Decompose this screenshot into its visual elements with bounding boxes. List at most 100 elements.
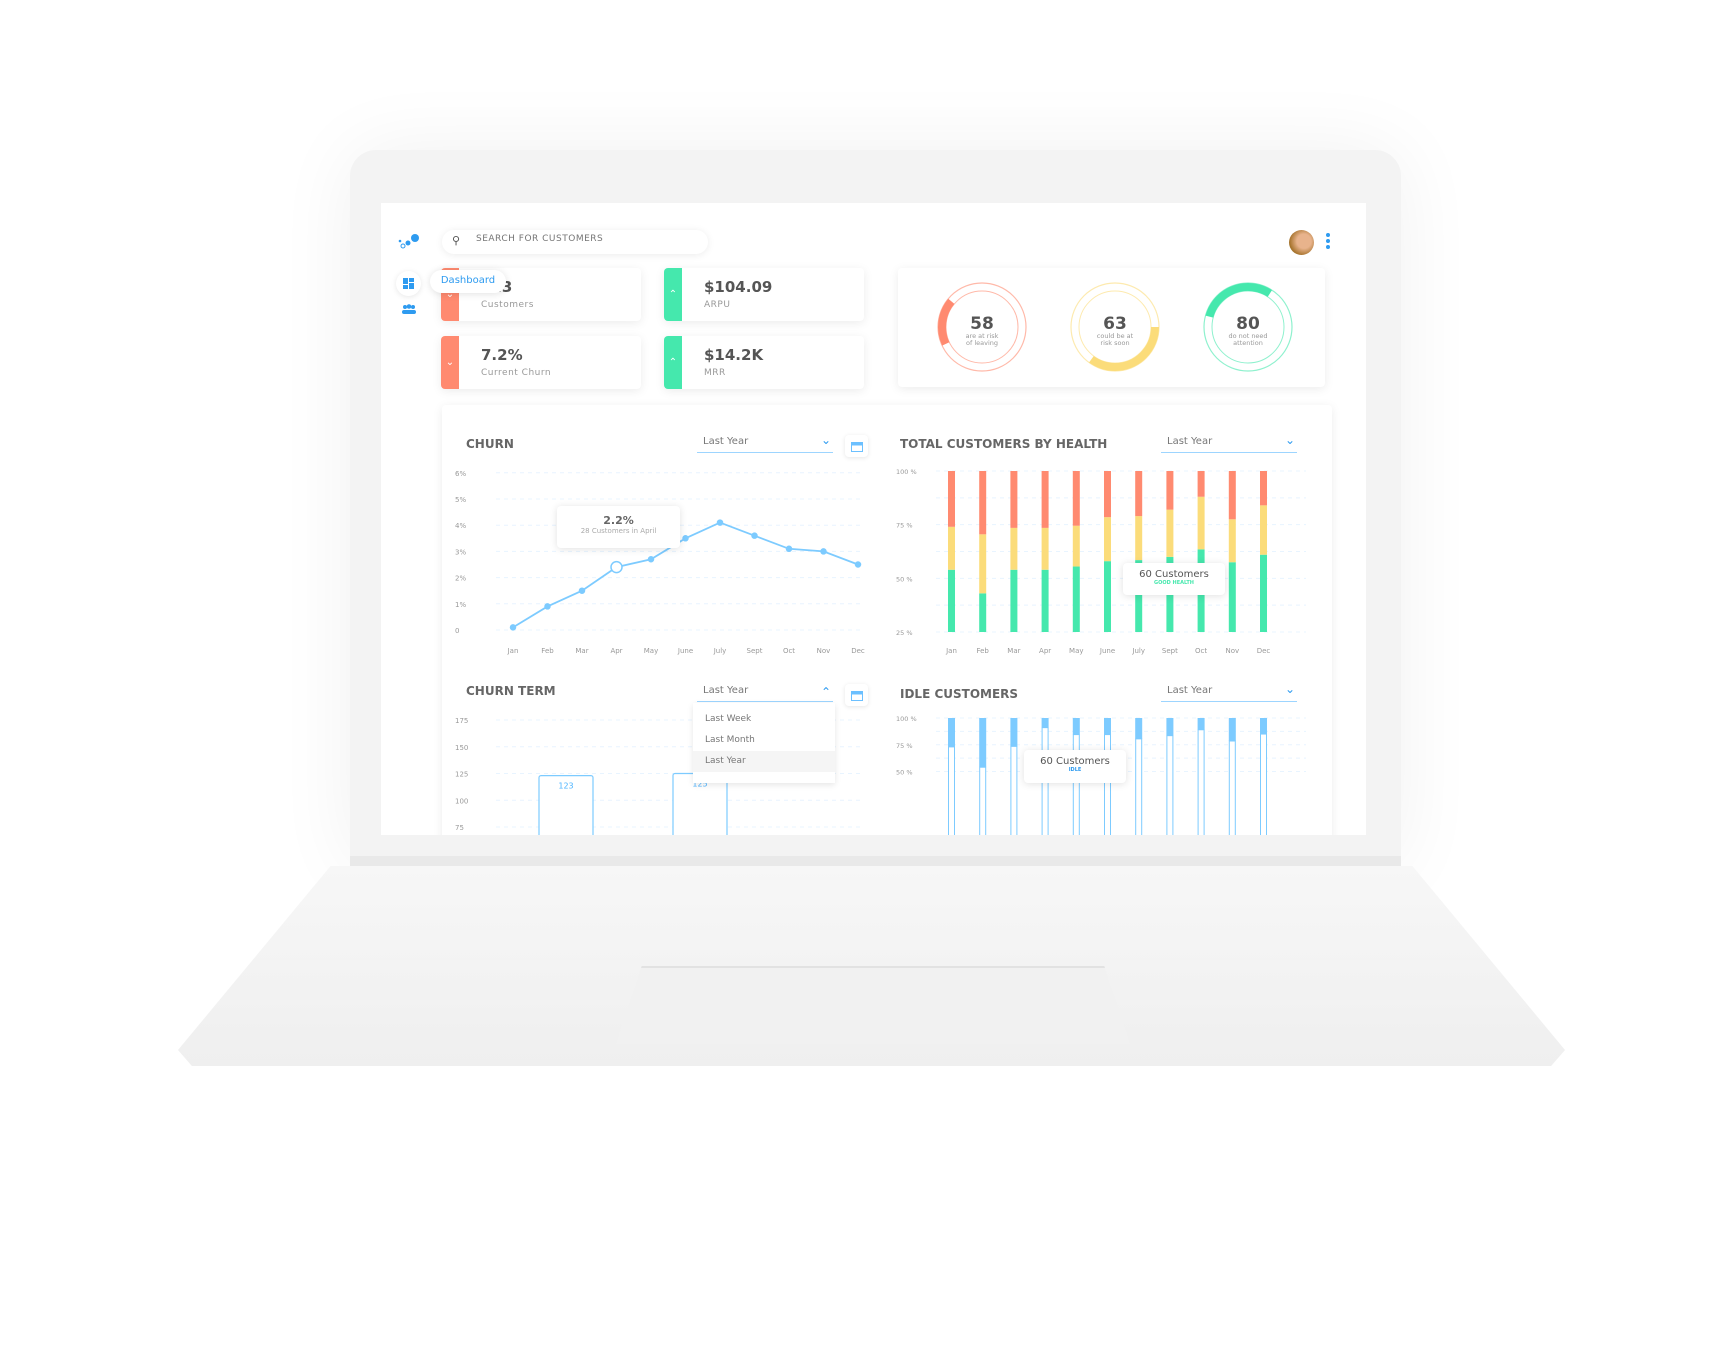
donut-value: 80 [1236, 314, 1260, 334]
health-period-dropdown[interactable]: Last Year ⌄ [1161, 433, 1297, 453]
data-point [578, 587, 586, 594]
bar-segment [1072, 471, 1080, 526]
kpi-label: MRR [704, 368, 726, 378]
idle-period-dropdown[interactable]: Last Year ⌄ [1161, 682, 1297, 702]
dropdown-option[interactable]: Last Month [693, 730, 835, 751]
x-tick-label: May [1069, 647, 1083, 655]
calendar-icon [850, 441, 863, 452]
sidebar-item-dashboard[interactable] [396, 271, 421, 296]
x-tick-label: Sept [747, 647, 763, 655]
churn-term-period-dropdown[interactable]: Last Year ⌃ [697, 682, 833, 702]
x-tick-label: Oct [1195, 647, 1207, 655]
y-tick-label: 4% [455, 522, 466, 530]
y-tick-label: 1% [455, 601, 466, 609]
kpi-card-mrr[interactable]: ⌃ $14.2K MRR [664, 336, 864, 389]
churn-line-chart: 0 1% 2% 3% 4% 5% 6% Jan Feb Mar Apr May June July Sept… [455, 470, 865, 655]
sidebar-tooltip: Dashboard [430, 270, 506, 293]
chevron-down-icon: ⌄ [1284, 433, 1295, 447]
idle-bar-fill [1197, 718, 1205, 730]
y-tick-label: 125 [455, 771, 468, 779]
churn-tooltip: 2.2% 28 Customers in April [557, 506, 680, 548]
x-tick-label: Oct [783, 647, 795, 655]
kpi-label: Current Churn [481, 368, 552, 378]
kpi-card-arpu[interactable]: ⌃ $104.09 ARPU [664, 268, 864, 321]
dropdown-option[interactable]: Last Week [693, 709, 835, 730]
x-tick-label: July [1131, 647, 1145, 655]
idle-bar-outline [1260, 733, 1267, 835]
churn-calendar-button[interactable] [845, 435, 868, 457]
idle-bar-fill [1072, 718, 1080, 735]
search-bar[interactable]: ⚲ [442, 230, 708, 254]
dropdown-value: Last Year [703, 685, 749, 696]
bar-segment [948, 569, 955, 632]
x-tick-label: Jan [945, 647, 957, 655]
health-stacked-bar-chart: 25 % 50 % 75 % 100 % Jan Feb Mar Apr May June July… [896, 468, 1306, 655]
bar-segment [948, 471, 955, 527]
y-tick-label: 75 [455, 824, 464, 832]
x-tick-label: Nov [817, 647, 831, 655]
donut-label: risk soon [1100, 339, 1129, 347]
churn-title: CHURN [466, 437, 514, 451]
x-tick-label: May [644, 647, 658, 655]
idle-bar-fill [1228, 718, 1236, 742]
kpi-card-churn[interactable]: ⌄ 7.2% Current Churn [441, 336, 641, 389]
idle-bar-fill [1166, 718, 1174, 736]
user-avatar[interactable] [1289, 230, 1314, 255]
data-point [544, 603, 551, 610]
data-point [647, 556, 655, 563]
y-tick-label: 0 [455, 627, 459, 635]
bar-segment [1072, 525, 1080, 567]
x-tick-label: Feb [541, 647, 554, 655]
idle-bar-fill [1104, 718, 1111, 735]
tooltip-text: 28 Customers in April [580, 527, 657, 535]
bar-segment [1135, 516, 1143, 561]
x-tick-label: Mar [575, 647, 588, 655]
bar-segment [1228, 562, 1236, 632]
kpi-label: Customers [481, 300, 534, 310]
more-vertical-icon[interactable] [1326, 233, 1330, 249]
idle-bar-fill [1135, 718, 1143, 739]
churn-term-calendar-button[interactable] [845, 684, 868, 706]
bar-segment [1166, 471, 1174, 510]
x-tick-label: July [713, 647, 727, 655]
bar-segment [1260, 505, 1267, 555]
data-point [820, 548, 827, 555]
dropdown-option-selected[interactable]: Last Year [693, 751, 835, 772]
x-tick-label: Mar [1007, 647, 1020, 655]
idle-bar-outline [1197, 729, 1205, 835]
y-tick-label: 75 % [896, 742, 913, 750]
x-tick-label: Apr [610, 647, 622, 655]
donut-value: 63 [1103, 314, 1127, 334]
bar-segment [1041, 569, 1049, 632]
idle-bar-outline [979, 766, 987, 835]
x-tick-label: June [1099, 647, 1115, 655]
search-input[interactable] [476, 234, 696, 244]
bar-segment [1228, 471, 1236, 520]
data-point [785, 545, 793, 553]
idle-bar-fill [1260, 718, 1267, 735]
bar-segment [1072, 566, 1080, 632]
x-tick-label: June [677, 647, 693, 655]
health-title: TOTAL CUSTOMERS BY HEALTH [900, 437, 1108, 451]
bar-segment [1104, 517, 1111, 562]
donut-label: attention [1233, 339, 1263, 347]
dropdown-value: Last Year [703, 436, 749, 447]
chevron-up-icon: ⌃ [820, 685, 831, 699]
donut-label: of leaving [966, 339, 998, 347]
dropdown-value: Last Year [1167, 685, 1213, 696]
bar-segment [1104, 561, 1111, 632]
x-tick-label: Feb [976, 647, 989, 655]
app-logo[interactable] [398, 233, 420, 251]
x-tick-label: Dec [1257, 647, 1271, 655]
kpi-value: $104.09 [704, 278, 773, 296]
churn-period-dropdown[interactable]: Last Year ⌄ [697, 433, 833, 453]
bar-segment [948, 526, 955, 570]
kpi-value: $14.2K [704, 346, 764, 364]
bar-segment [1010, 471, 1018, 528]
users-icon [402, 304, 416, 314]
sidebar-item-users[interactable] [402, 304, 416, 314]
y-tick-label: 6% [455, 470, 466, 478]
data-point [854, 561, 862, 568]
y-tick-label: 5% [455, 496, 466, 504]
bar-segment [979, 593, 987, 632]
